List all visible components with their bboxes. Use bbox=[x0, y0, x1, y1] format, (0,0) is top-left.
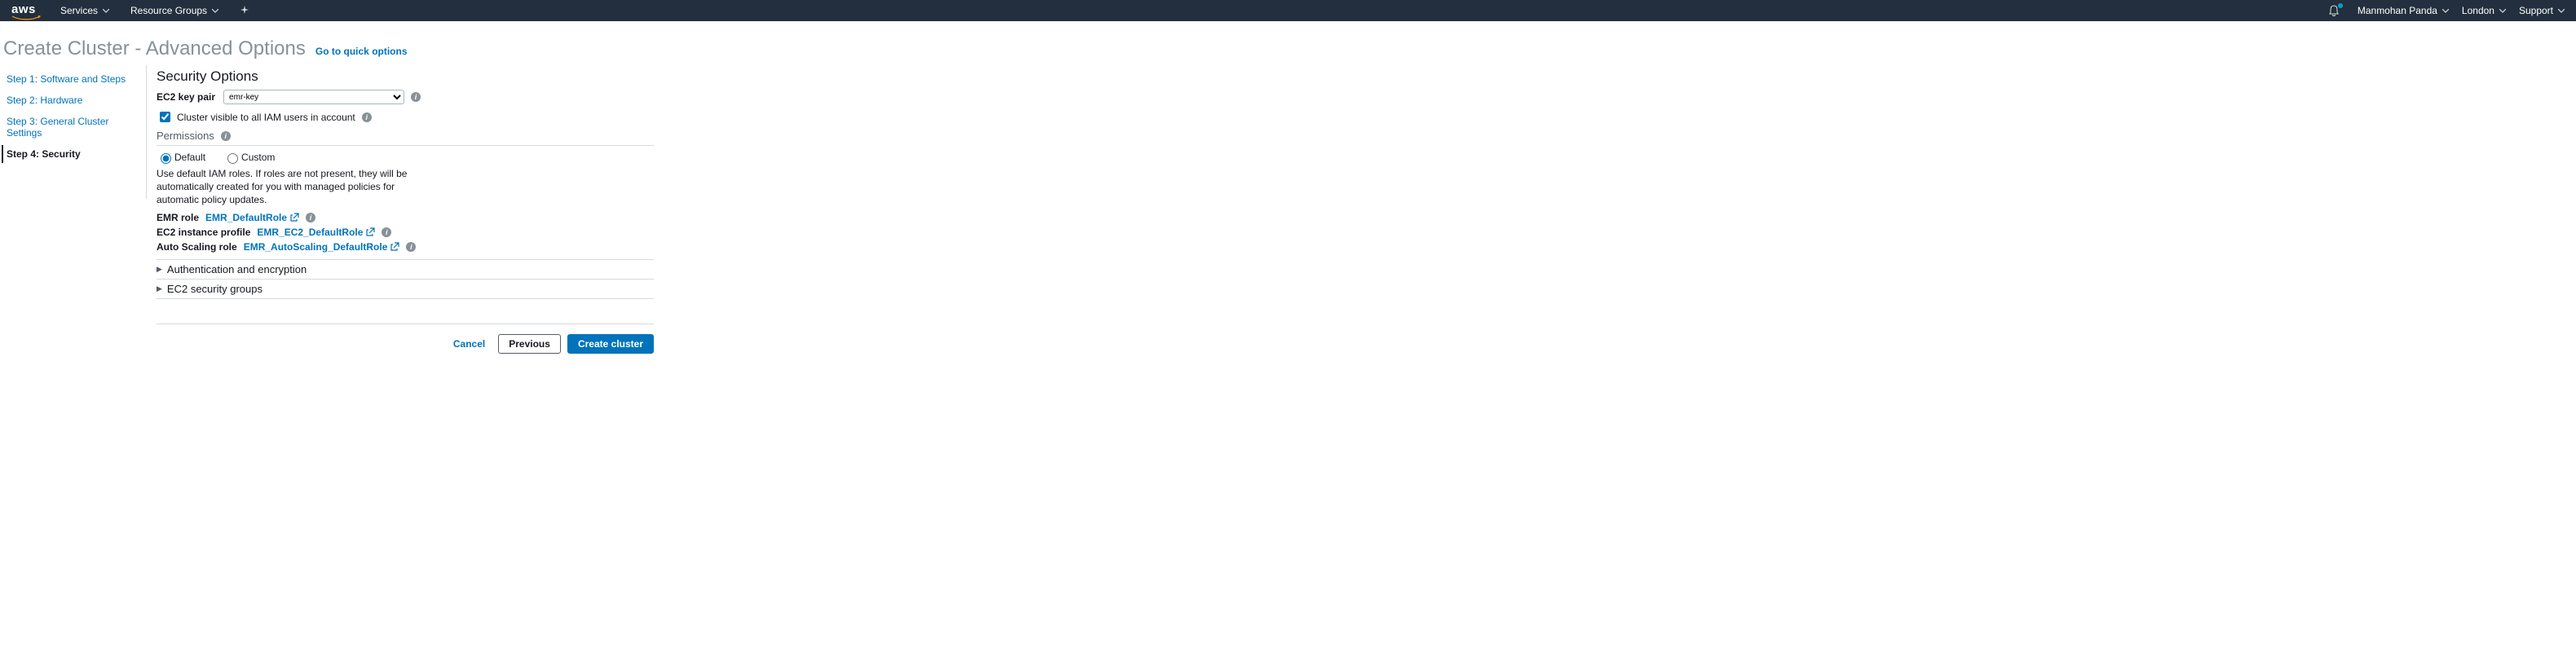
auth-encryption-label: Authentication and encryption bbox=[167, 263, 307, 275]
steps-nav: Step 1: Software and Steps Step 2: Hardw… bbox=[0, 65, 147, 199]
divider bbox=[157, 145, 654, 146]
triangle-right-icon: ▶ bbox=[157, 284, 162, 293]
caret-down-icon bbox=[212, 9, 218, 13]
custom-radio[interactable]: Custom bbox=[223, 151, 275, 164]
create-cluster-button[interactable]: Create cluster bbox=[567, 334, 654, 354]
resource-groups-menu[interactable]: Resource Groups bbox=[130, 5, 218, 16]
top-nav: aws Services Resource Groups Manmohan Pa… bbox=[0, 0, 2576, 21]
ec2-keypair-label: EC2 key pair bbox=[157, 91, 215, 103]
default-radio[interactable]: Default bbox=[157, 151, 205, 164]
services-menu[interactable]: Services bbox=[60, 5, 109, 16]
support-menu[interactable]: Support bbox=[2519, 5, 2565, 16]
info-icon[interactable]: i bbox=[411, 92, 421, 102]
wizard-footer: Cancel Previous Create cluster bbox=[157, 324, 654, 354]
support-label: Support bbox=[2519, 5, 2553, 16]
ec2-profile-row: EC2 instance profile EMR_EC2_DefaultRole… bbox=[157, 227, 654, 238]
page-header: Create Cluster - Advanced Options Go to … bbox=[0, 21, 2576, 65]
user-label: Manmohan Panda bbox=[2358, 5, 2437, 16]
ec2-security-groups-expander[interactable]: ▶ EC2 security groups bbox=[157, 279, 654, 299]
default-radio-label: Default bbox=[174, 152, 205, 163]
autoscaling-role-link[interactable]: EMR_AutoScaling_DefaultRole bbox=[244, 241, 400, 253]
emr-role-link[interactable]: EMR_DefaultRole bbox=[205, 212, 299, 223]
autoscaling-role-row: Auto Scaling role EMR_AutoScaling_Defaul… bbox=[157, 241, 654, 253]
region-menu[interactable]: London bbox=[2462, 5, 2506, 16]
aws-logo-text: aws bbox=[11, 3, 41, 15]
services-label: Services bbox=[60, 5, 98, 16]
aws-swoosh-icon bbox=[11, 15, 41, 19]
step-link-1[interactable]: Step 1: Software and Steps bbox=[5, 70, 146, 88]
ec2-keypair-select[interactable]: emr-key bbox=[223, 90, 404, 104]
step-link-4[interactable]: Step 4: Security bbox=[2, 145, 146, 163]
cluster-visible-checkbox[interactable] bbox=[160, 112, 170, 122]
quick-options-link[interactable]: Go to quick options bbox=[315, 46, 408, 57]
page-title: Create Cluster - Advanced Options bbox=[3, 37, 306, 60]
permissions-desc: Use default IAM roles. If roles are not … bbox=[157, 167, 417, 207]
info-icon[interactable]: i bbox=[406, 242, 416, 252]
emr-role-row: EMR role EMR_DefaultRole i bbox=[157, 212, 654, 223]
info-icon[interactable]: i bbox=[221, 131, 231, 141]
info-icon[interactable]: i bbox=[306, 213, 315, 222]
caret-down-icon bbox=[103, 9, 109, 13]
permissions-mode-radio: Default Custom bbox=[157, 151, 654, 164]
region-label: London bbox=[2462, 5, 2494, 16]
notification-dot bbox=[2338, 3, 2343, 8]
external-link-icon bbox=[290, 213, 299, 222]
previous-button[interactable]: Previous bbox=[498, 334, 561, 354]
external-link-icon bbox=[366, 227, 375, 236]
triangle-right-icon: ▶ bbox=[157, 265, 162, 274]
info-icon[interactable]: i bbox=[362, 112, 372, 122]
step-link-2[interactable]: Step 2: Hardware bbox=[5, 91, 146, 109]
aws-logo[interactable]: aws bbox=[11, 3, 41, 19]
info-icon[interactable]: i bbox=[382, 227, 391, 237]
ec2-profile-link[interactable]: EMR_EC2_DefaultRole bbox=[257, 227, 375, 238]
external-link-icon bbox=[390, 242, 399, 251]
content-panel: Security Options EC2 key pair emr-key i … bbox=[147, 65, 654, 370]
auth-encryption-expander[interactable]: ▶ Authentication and encryption bbox=[157, 259, 654, 279]
cancel-link[interactable]: Cancel bbox=[453, 338, 485, 350]
step-link-3[interactable]: Step 3: General Cluster Settings bbox=[5, 112, 146, 142]
autoscaling-role-label: Auto Scaling role bbox=[157, 241, 237, 253]
security-heading: Security Options bbox=[157, 68, 654, 85]
caret-down-icon bbox=[2442, 9, 2449, 13]
emr-role-label: EMR role bbox=[157, 212, 199, 223]
resource-groups-label: Resource Groups bbox=[130, 5, 207, 16]
custom-radio-label: Custom bbox=[241, 152, 275, 163]
pin-icon[interactable] bbox=[240, 6, 249, 15]
user-menu[interactable]: Manmohan Panda bbox=[2358, 5, 2449, 16]
ec2-profile-label: EC2 instance profile bbox=[157, 227, 250, 238]
cluster-visible-label: Cluster visible to all IAM users in acco… bbox=[177, 112, 355, 123]
permissions-heading: Permissions i bbox=[157, 130, 654, 142]
notifications-icon[interactable] bbox=[2328, 5, 2340, 16]
caret-down-icon bbox=[2499, 9, 2506, 13]
caret-down-icon bbox=[2558, 9, 2565, 13]
ec2-security-groups-label: EC2 security groups bbox=[167, 283, 262, 295]
